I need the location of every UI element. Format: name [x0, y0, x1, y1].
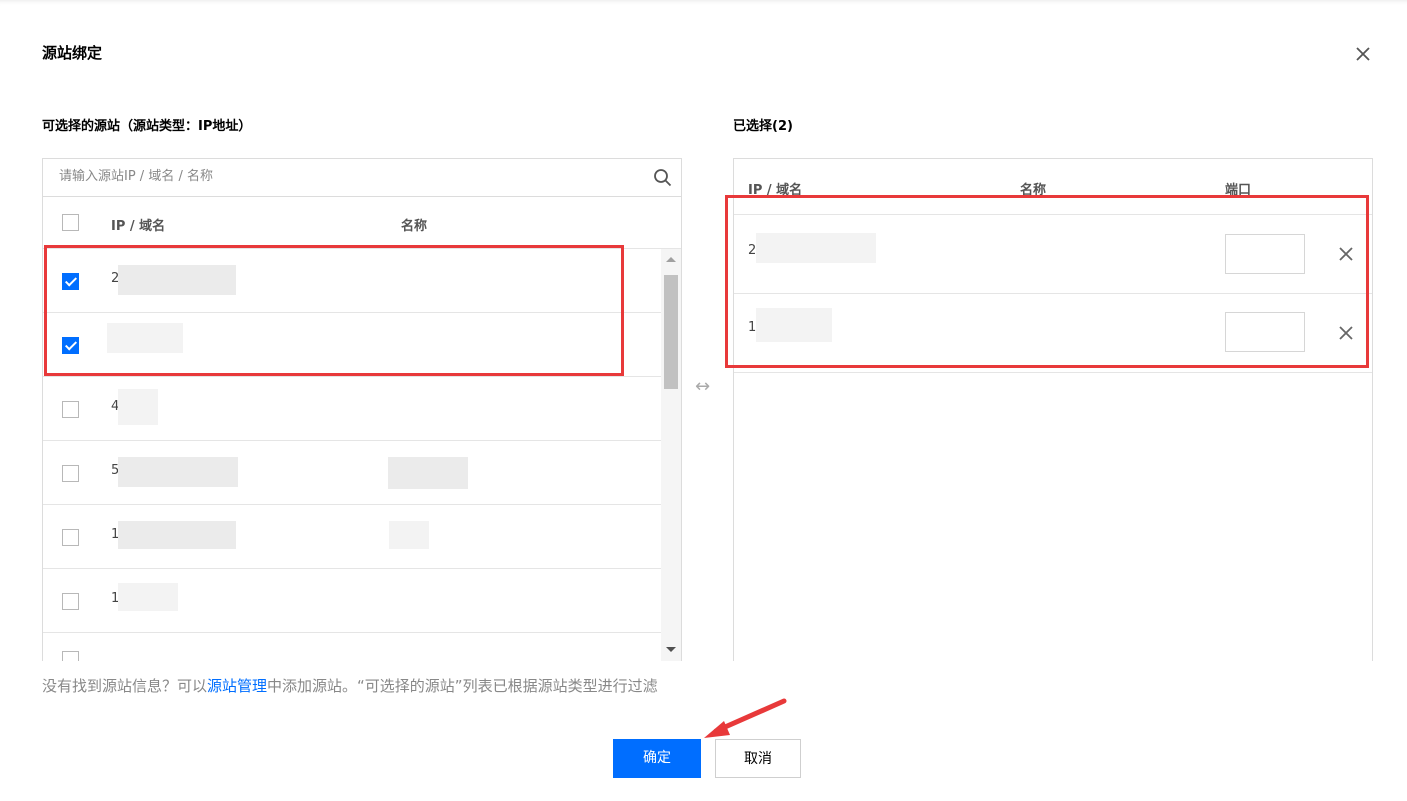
table-row[interactable]: 5	[43, 441, 661, 505]
row-checkbox[interactable]	[62, 273, 79, 290]
redacted-text	[756, 308, 832, 342]
redacted-text	[756, 233, 876, 263]
annotation-arrow-icon	[704, 698, 787, 738]
scrollbar[interactable]	[661, 249, 681, 661]
search-input[interactable]	[57, 168, 641, 185]
column-header-name: 名称	[1020, 183, 1047, 198]
row-checkbox[interactable]	[62, 401, 79, 418]
cancel-button[interactable]: 取消	[715, 739, 801, 778]
table-row[interactable]	[43, 633, 661, 661]
search-icon[interactable]	[653, 168, 673, 192]
redacted-text	[389, 521, 429, 549]
row-checkbox[interactable]	[62, 651, 79, 661]
column-header-port: 端口	[1225, 183, 1252, 198]
table-row[interactable]: 4	[43, 377, 661, 441]
scroll-thumb[interactable]	[664, 275, 678, 389]
table-row[interactable]: 2	[43, 249, 661, 313]
dialog-title: 源站绑定	[42, 44, 103, 62]
select-all-checkbox[interactable]	[62, 214, 79, 231]
transfer-arrows-icon: ↔	[695, 376, 711, 397]
remove-icon[interactable]	[1336, 323, 1356, 343]
redacted-text	[118, 265, 236, 295]
origin-list: 2 4 5 1 1	[43, 249, 661, 661]
selected-origins-panel: IP / 域名 名称 端口 2 1	[733, 158, 1373, 661]
confirm-button[interactable]: 确定	[613, 739, 701, 778]
close-icon[interactable]	[1352, 43, 1374, 65]
hint-text: 没有找到源站信息？可以源站管理中添加源站。“可选择的源站”列表已根据源站类型进行…	[42, 675, 658, 696]
table-row[interactable]: 1	[43, 505, 661, 569]
redacted-text	[118, 521, 236, 549]
selected-row: 1	[734, 294, 1372, 373]
redacted-text	[107, 323, 183, 353]
row-checkbox[interactable]	[62, 337, 79, 354]
table-row[interactable]: 1	[43, 569, 661, 633]
row-checkbox[interactable]	[62, 593, 79, 610]
remove-icon[interactable]	[1336, 244, 1356, 264]
redacted-text	[388, 457, 468, 489]
available-origins-label: 可选择的源站（源站类型：IP地址）	[42, 119, 252, 134]
redacted-text	[118, 457, 238, 487]
available-origins-panel: IP / 域名 名称 2 4 5 1	[42, 158, 682, 661]
scroll-down-icon[interactable]	[666, 647, 676, 652]
search-box	[43, 159, 681, 197]
port-input[interactable]	[1225, 312, 1305, 352]
column-header-ip: IP / 域名	[111, 219, 166, 234]
hint-prefix: 没有找到源站信息？可以	[42, 677, 208, 695]
port-input[interactable]	[1225, 234, 1305, 274]
redacted-text	[118, 389, 158, 425]
redacted-text	[118, 583, 178, 611]
table-row[interactable]	[43, 313, 661, 377]
table-header: IP / 域名 名称 端口	[734, 159, 1372, 215]
scroll-up-icon[interactable]	[666, 257, 676, 262]
selected-row: 2	[734, 215, 1372, 294]
table-header: IP / 域名 名称	[43, 197, 681, 249]
row-checkbox[interactable]	[62, 465, 79, 482]
column-header-ip: IP / 域名	[748, 183, 803, 198]
origin-management-link[interactable]: 源站管理	[207, 677, 267, 695]
selected-count-label: 已选择(2)	[733, 119, 793, 134]
column-header-name: 名称	[401, 219, 428, 234]
row-checkbox[interactable]	[62, 529, 79, 546]
hint-suffix: 中添加源站。“可选择的源站”列表已根据源站类型进行过滤	[267, 677, 658, 695]
